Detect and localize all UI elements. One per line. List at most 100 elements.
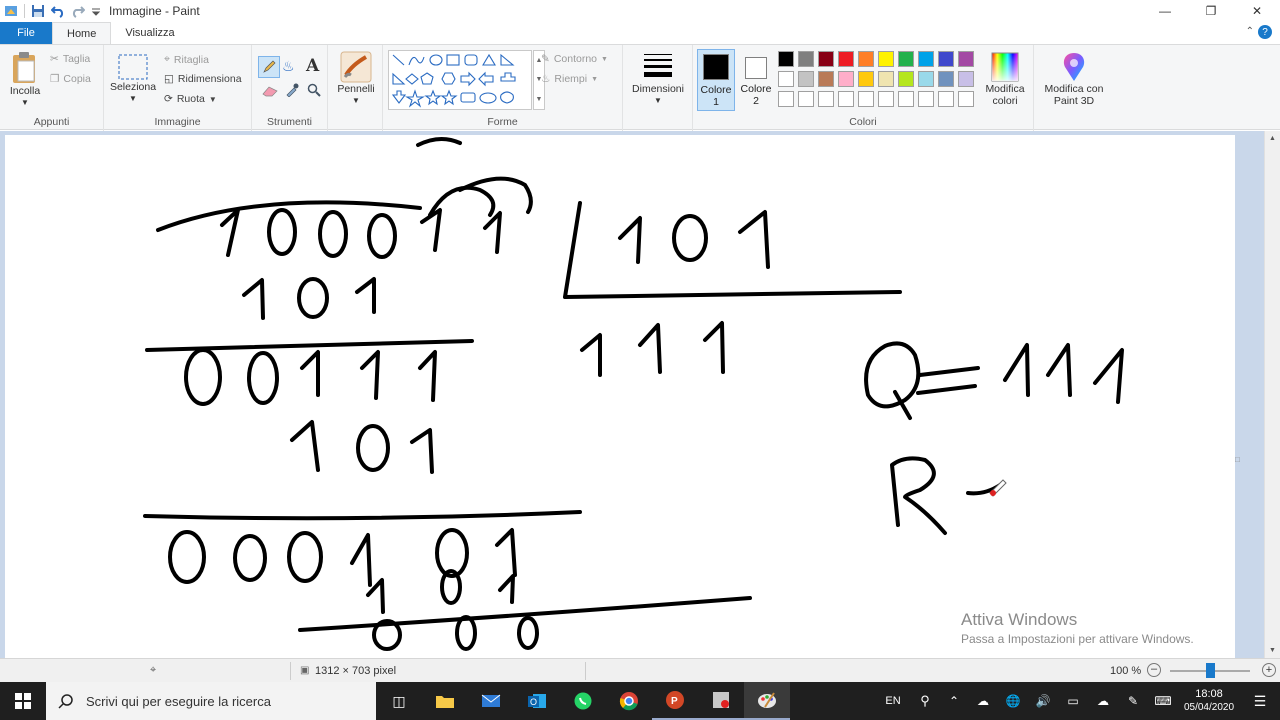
pen-workspace-icon[interactable]: ✎ [1118,694,1148,708]
scroll-up-arrow-icon[interactable]: ▲ [1265,135,1280,142]
paste-button[interactable]: Incolla ▼ [6,51,44,109]
select-button[interactable]: Seleziona ▼ [108,53,158,105]
start-button[interactable] [0,682,46,720]
shapes-gallery[interactable] [388,50,532,110]
show-hidden-icons-icon[interactable]: ⌃ [940,694,968,708]
palette-color-swatch[interactable] [878,71,894,87]
palette-color-swatch[interactable] [858,51,874,67]
fill-tool[interactable]: ♨ [282,58,295,75]
drawing-canvas[interactable] [5,135,1235,658]
group-label-clipboard: Appunti [33,116,70,128]
volume-icon[interactable]: 🔊 [1028,694,1058,708]
palette-color-swatch[interactable] [778,51,794,67]
palette-color-swatch[interactable] [898,51,914,67]
palette-color-swatch[interactable] [798,91,814,107]
fill-button[interactable]: ♨ Riempi ▼ [541,73,598,85]
palette-color-swatch[interactable] [878,91,894,107]
outline-button[interactable]: ✎ Contorno ▼ [541,53,608,65]
clock[interactable]: 18:08 05/04/2020 [1178,687,1240,715]
brushes-button[interactable]: Pennelli ▼ [334,51,378,107]
edit-colors-button[interactable]: Modifica colori [981,51,1029,107]
color1-button[interactable]: Colore 1 [697,49,735,111]
canvas-resize-handle[interactable]: □ [1235,455,1240,464]
zoom-out-button[interactable]: – [1147,663,1161,677]
palette-color-swatch[interactable] [938,71,954,87]
magnifier-icon [307,83,321,97]
palette-color-swatch[interactable] [958,71,974,87]
palette-color-swatch[interactable] [918,51,934,67]
cut-button[interactable]: ✂ Taglia [50,53,90,65]
palette-color-swatch[interactable] [798,51,814,67]
rotate-icon: ⟳ [164,93,173,105]
color2-button[interactable]: Colore 2 [737,49,775,111]
tab-file[interactable]: File [0,22,52,44]
taskbar-app-chrome[interactable] [606,682,652,720]
keyboard-icon[interactable]: ⌨ [1148,694,1178,708]
task-view-button[interactable]: ◫ [376,682,422,720]
taskbar-app-powerpoint[interactable]: P [652,682,698,720]
zoom-in-button[interactable]: + [1262,663,1276,677]
copy-button[interactable]: ❐ Copia [50,73,91,85]
palette-color-swatch[interactable] [838,51,854,67]
palette-color-swatch[interactable] [778,91,794,107]
palette-color-swatch[interactable] [858,71,874,87]
save-icon[interactable] [31,4,45,18]
palette-color-swatch[interactable] [958,51,974,67]
taskbar-app-outlook[interactable]: O [514,682,560,720]
minimize-button[interactable]: — [1142,0,1188,22]
customize-qat-icon[interactable] [91,6,101,16]
palette-color-swatch[interactable] [938,51,954,67]
cloud-icon[interactable]: ☁ [1088,694,1118,708]
palette-color-swatch[interactable] [818,91,834,107]
palette-color-swatch[interactable] [898,71,914,87]
zoom-slider-thumb[interactable] [1206,663,1215,678]
taskbar-search-box[interactable]: Scrivi qui per eseguire la ricerca [46,682,376,720]
palette-color-swatch[interactable] [818,71,834,87]
eraser-tool[interactable] [262,85,278,100]
action-center-icon[interactable]: ☰ [1240,693,1280,710]
resize-button[interactable]: ◱ Ridimensiona [164,73,242,85]
crop-button[interactable]: ⌖ Ritaglia [164,53,209,66]
palette-color-swatch[interactable] [918,71,934,87]
scroll-down-arrow-icon[interactable]: ▼ [1265,647,1280,654]
help-icon[interactable]: ? [1258,25,1272,39]
handwritten-drawing [143,137,1124,651]
vertical-scrollbar[interactable]: ▲ ▼ [1264,131,1280,658]
people-icon[interactable]: ⚲ [910,693,940,709]
palette-color-swatch[interactable] [818,51,834,67]
taskbar-app-paint[interactable] [744,682,790,720]
palette-color-swatch[interactable] [798,71,814,87]
palette-color-swatch[interactable] [918,91,934,107]
taskbar-app-whatsapp[interactable] [560,682,606,720]
edit-with-paint3d-button[interactable]: Modifica con Paint 3D [1038,51,1110,107]
language-indicator[interactable]: EN [876,695,910,707]
tab-home[interactable]: Home [52,22,112,44]
palette-color-swatch[interactable] [778,71,794,87]
rotate-button[interactable]: ⟳ Ruota ▼ [164,93,217,105]
color-picker-tool[interactable] [285,83,299,100]
collapse-ribbon-icon[interactable]: ⌃ [1246,26,1254,37]
palette-color-swatch[interactable] [838,91,854,107]
size-button[interactable]: Dimensioni ▼ [627,51,689,107]
palette-color-swatch[interactable] [938,91,954,107]
palette-color-swatch[interactable] [958,91,974,107]
tab-view[interactable]: Visualizza [111,22,188,44]
text-tool[interactable]: A [306,56,319,76]
onedrive-icon[interactable]: ☁ [968,694,998,708]
pencil-tool[interactable] [258,56,280,78]
palette-color-swatch[interactable] [838,71,854,87]
network-icon[interactable]: 🌐 [998,694,1028,708]
redo-icon[interactable] [71,4,85,18]
taskbar-app-explorer[interactable] [422,682,468,720]
taskbar-app-recorder[interactable] [698,682,744,720]
close-button[interactable]: ✕ [1234,0,1280,22]
palette-color-swatch[interactable] [858,91,874,107]
paint-app-icon[interactable] [4,4,18,18]
palette-color-swatch[interactable] [898,91,914,107]
undo-icon[interactable] [51,4,65,18]
taskbar-app-mail[interactable] [468,682,514,720]
battery-icon[interactable]: ▭ [1058,694,1088,708]
maximize-button[interactable]: ❐ [1188,0,1234,22]
palette-color-swatch[interactable] [878,51,894,67]
magnifier-tool[interactable] [307,83,321,100]
